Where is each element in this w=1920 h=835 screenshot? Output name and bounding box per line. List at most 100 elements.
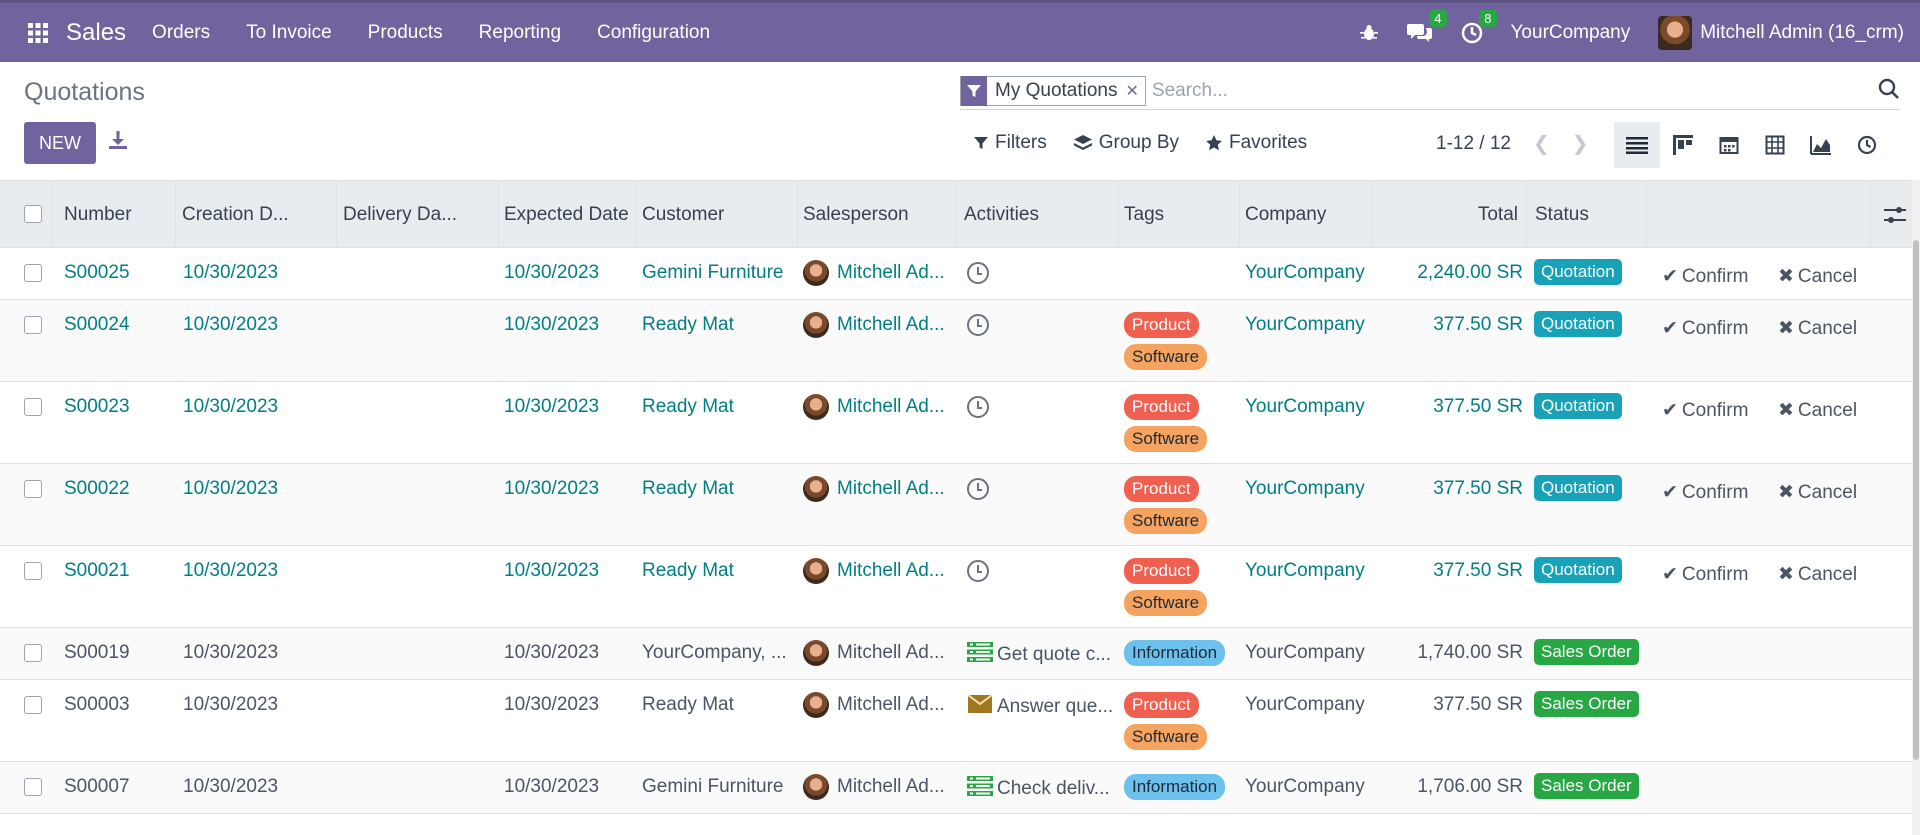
filters-toggle[interactable]: Filters <box>973 132 1047 154</box>
pager-next-icon[interactable]: ❯ <box>1572 131 1589 156</box>
activity-cell[interactable]: Check deliv... <box>967 776 1113 802</box>
column-salesperson[interactable]: Salesperson <box>793 181 957 248</box>
salesperson-avatar <box>803 692 829 718</box>
pager-value[interactable]: 1-12 / 12 <box>1436 133 1511 155</box>
column-status[interactable]: Status <box>1525 181 1647 248</box>
cancel-button[interactable]: ✖ Cancel <box>1778 481 1857 504</box>
confirm-button[interactable]: ✔ Confirm <box>1662 399 1748 422</box>
activity-cell[interactable]: Get quote c... <box>967 642 1113 668</box>
row-checkbox[interactable] <box>24 316 42 334</box>
column-creation-date[interactable]: Creation D... <box>172 181 337 248</box>
order-number[interactable]: S00023 <box>64 396 130 418</box>
facet-remove-icon[interactable]: ✕ <box>1126 81 1145 101</box>
menu-products[interactable]: Products <box>368 22 443 44</box>
view-switcher <box>1614 122 1890 168</box>
customer[interactable]: Gemini Furniture <box>642 262 792 284</box>
activity-view-icon[interactable] <box>1844 122 1890 168</box>
menu-configuration[interactable]: Configuration <box>597 22 710 44</box>
table-row[interactable]: S00003 10/30/2023 10/30/2023 Ready Mat Mitch… <box>0 680 1920 762</box>
salesperson[interactable]: Mitchell Ad... <box>803 558 953 584</box>
column-customer[interactable]: Customer <box>632 181 798 248</box>
kanban-view-icon[interactable] <box>1660 122 1706 168</box>
favorites-toggle[interactable]: Favorites <box>1205 132 1307 154</box>
page-title[interactable]: Quotations <box>24 78 145 107</box>
salesperson[interactable]: Mitchell Ad... <box>803 476 953 502</box>
salesperson[interactable]: Mitchell Ad... <box>803 312 953 338</box>
activity-cell[interactable] <box>967 262 1113 290</box>
download-icon[interactable] <box>108 130 128 156</box>
activity-clock-icon[interactable] <box>967 396 989 418</box>
activity-clock-icon[interactable] <box>967 478 989 500</box>
customer[interactable]: Ready Mat <box>642 396 792 418</box>
confirm-button[interactable]: ✔ Confirm <box>1662 265 1748 288</box>
confirm-button[interactable]: ✔ Confirm <box>1662 317 1748 340</box>
activities-clock-icon[interactable]: 8 <box>1461 9 1497 44</box>
column-tags[interactable]: Tags <box>1114 181 1240 248</box>
list-view-icon[interactable] <box>1614 122 1660 168</box>
column-number[interactable]: Number <box>54 181 176 248</box>
row-checkbox[interactable] <box>24 778 42 796</box>
graph-view-icon[interactable] <box>1798 122 1844 168</box>
order-number[interactable]: S00021 <box>64 560 130 582</box>
row-checkbox[interactable] <box>24 696 42 714</box>
column-company[interactable]: Company <box>1235 181 1373 248</box>
table-row[interactable]: S00025 10/30/2023 10/30/2023 Gemini Furnitu… <box>0 248 1920 300</box>
salesperson[interactable]: Mitchell Ad... <box>803 260 953 286</box>
activity-clock-icon[interactable] <box>967 560 989 582</box>
activity-cell[interactable] <box>967 478 1113 506</box>
column-delivery-date[interactable]: Delivery Da... <box>333 181 499 248</box>
row-checkbox[interactable] <box>24 644 42 662</box>
activity-cell[interactable] <box>967 314 1113 342</box>
activity-cell[interactable] <box>967 396 1113 424</box>
activity-clock-icon[interactable] <box>967 314 989 336</box>
app-menu-icon[interactable] <box>16 22 60 44</box>
column-activities[interactable]: Activities <box>954 181 1119 248</box>
customer[interactable]: Ready Mat <box>642 478 792 500</box>
menu-orders[interactable]: Orders <box>152 22 210 44</box>
table-row[interactable]: S00024 10/30/2023 10/30/2023 Ready Mat Mitch… <box>0 300 1920 382</box>
cancel-button[interactable]: ✖ Cancel <box>1778 265 1857 288</box>
calendar-view-icon[interactable] <box>1706 122 1752 168</box>
app-name[interactable]: Sales <box>66 19 126 47</box>
order-number[interactable]: S00025 <box>64 262 130 284</box>
pager-previous-icon[interactable]: ❮ <box>1533 131 1550 156</box>
user-menu[interactable]: Mitchell Admin (16_crm) <box>1658 15 1904 50</box>
group-by-toggle[interactable]: Group By <box>1073 132 1179 154</box>
cancel-button[interactable]: ✖ Cancel <box>1778 317 1857 340</box>
company-switcher[interactable]: YourCompany <box>1511 22 1631 44</box>
order-number[interactable]: S00022 <box>64 478 130 500</box>
debug-bug-icon[interactable] <box>1359 23 1379 43</box>
menu-to-invoice[interactable]: To Invoice <box>246 22 332 44</box>
customer[interactable]: Ready Mat <box>642 560 792 582</box>
pivot-view-icon[interactable] <box>1752 122 1798 168</box>
row-checkbox[interactable] <box>24 264 42 282</box>
row-checkbox[interactable] <box>24 398 42 416</box>
order-number[interactable]: S00024 <box>64 314 130 336</box>
customer[interactable]: Ready Mat <box>642 314 792 336</box>
activity-cell[interactable]: Answer que... <box>967 694 1113 720</box>
row-checkbox[interactable] <box>24 562 42 580</box>
search-input[interactable] <box>1151 79 1852 102</box>
scrollbar-thumb[interactable] <box>1913 240 1919 760</box>
column-total[interactable]: Total <box>1369 181 1527 248</box>
table-row[interactable]: S00021 10/30/2023 10/30/2023 Ready Mat Mitch… <box>0 546 1920 628</box>
activity-cell[interactable] <box>967 560 1113 588</box>
table-row[interactable]: S00019 10/30/2023 10/30/2023 YourCompany, .… <box>0 628 1920 680</box>
salesperson[interactable]: Mitchell Ad... <box>803 394 953 420</box>
menu-reporting[interactable]: Reporting <box>479 22 561 44</box>
scrollbar[interactable] <box>1912 180 1920 835</box>
search-icon[interactable] <box>1878 78 1900 106</box>
table-row[interactable]: S00023 10/30/2023 10/30/2023 Ready Mat Mitch… <box>0 382 1920 464</box>
table-row[interactable]: S00022 10/30/2023 10/30/2023 Ready Mat Mitch… <box>0 464 1920 546</box>
confirm-button[interactable]: ✔ Confirm <box>1662 563 1748 586</box>
new-button[interactable]: NEW <box>24 122 96 164</box>
table-row[interactable]: S00007 10/30/2023 10/30/2023 Gemini Furnitu… <box>0 762 1920 814</box>
cancel-button[interactable]: ✖ Cancel <box>1778 563 1857 586</box>
select-all-checkbox[interactable] <box>24 205 42 223</box>
column-expected-date[interactable]: Expected Date <box>494 181 637 248</box>
row-checkbox[interactable] <box>24 480 42 498</box>
messages-chat-icon[interactable]: 4 <box>1406 9 1447 44</box>
confirm-button[interactable]: ✔ Confirm <box>1662 481 1748 504</box>
cancel-button[interactable]: ✖ Cancel <box>1778 399 1857 422</box>
activity-clock-icon[interactable] <box>967 262 989 284</box>
